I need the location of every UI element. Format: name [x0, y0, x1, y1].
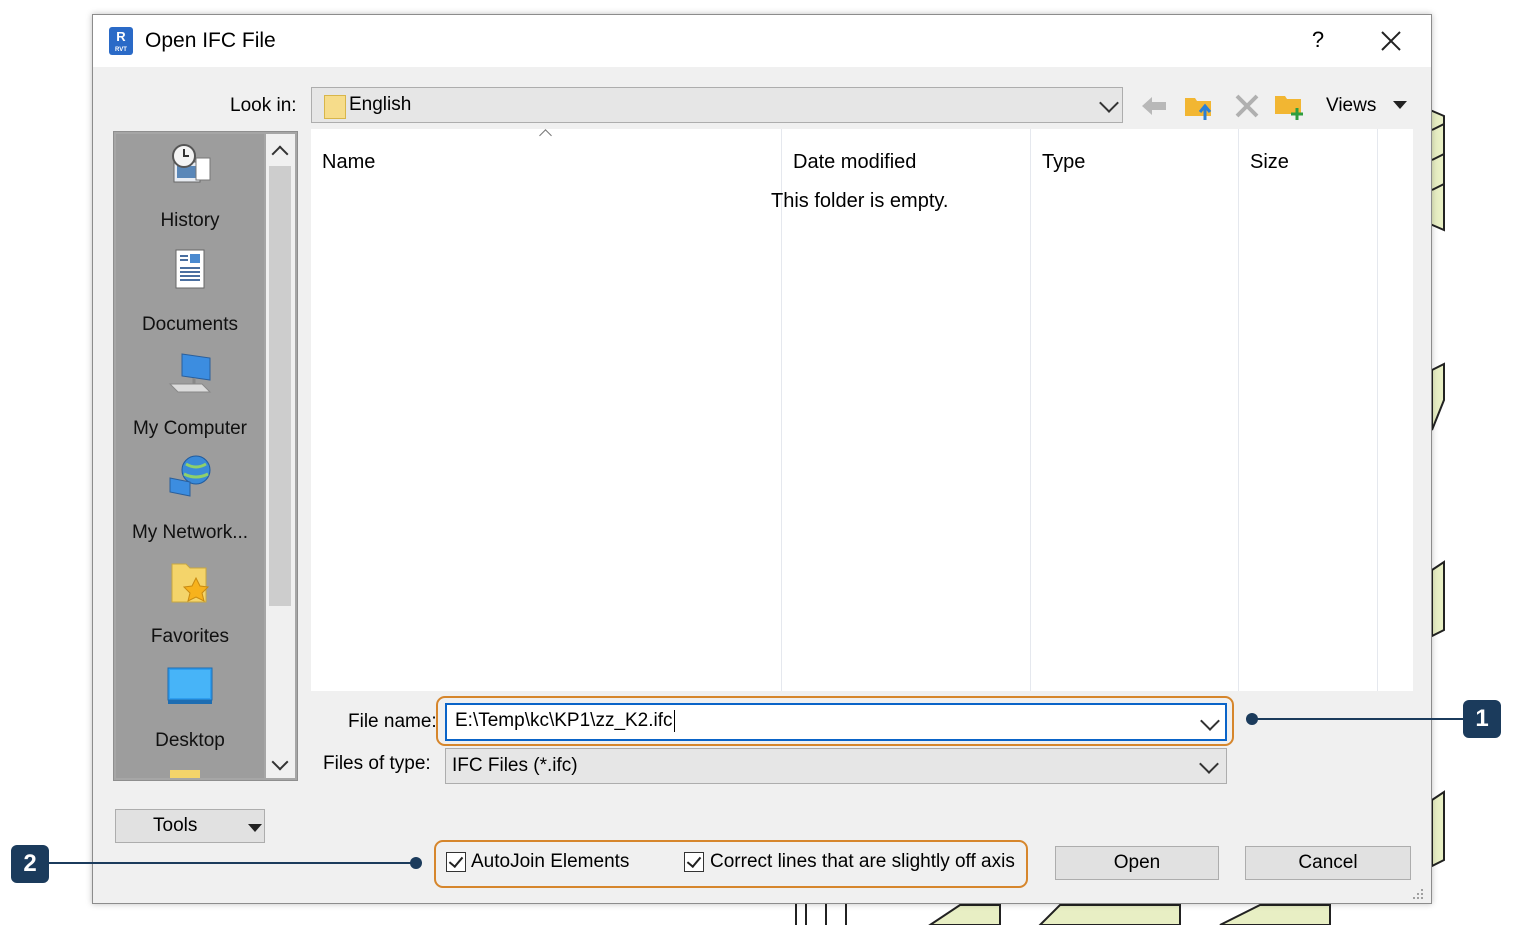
back-arrow-icon[interactable] [1138, 90, 1170, 122]
place-desktop[interactable]: Desktop [116, 662, 264, 762]
place-label: Desktop [155, 730, 225, 751]
file-name-input[interactable]: E:\Temp\kc\KP1\zz_K2.ifc [445, 703, 1227, 741]
files-of-type-dropdown[interactable]: IFC Files (*.ifc) [445, 748, 1227, 784]
look-in-dropdown[interactable]: English [311, 87, 1123, 123]
autojoin-checkbox[interactable] [446, 852, 466, 872]
title-bar: R RVT Open IFC File ? [93, 15, 1431, 67]
place-label: Documents [141, 314, 239, 335]
delete-icon[interactable] [1231, 90, 1263, 122]
empty-folder-message: This folder is empty. [771, 190, 949, 212]
place-history[interactable]: History [116, 142, 264, 242]
column-divider [1238, 129, 1239, 691]
callout-2-dot [410, 857, 422, 869]
callout-1-badge: 1 [1463, 700, 1501, 738]
column-divider [1377, 129, 1378, 691]
desktop-icon [167, 667, 213, 704]
close-button[interactable] [1373, 25, 1409, 57]
place-favorites[interactable]: Favorites [116, 558, 264, 658]
views-menu-button[interactable]: Views [1326, 95, 1376, 117]
callout-1-line [1252, 718, 1464, 720]
chevron-down-icon [1099, 93, 1119, 113]
chevron-down-icon[interactable] [1200, 711, 1220, 731]
places-scrollbar[interactable] [266, 134, 295, 778]
history-icon [172, 144, 211, 183]
tools-label: Tools [153, 815, 198, 836]
folder-icon [324, 95, 346, 119]
place-my-network[interactable]: My Network... [116, 454, 264, 554]
close-icon [1381, 31, 1401, 51]
look-in-value: English [349, 94, 412, 115]
my-computer-icon [168, 353, 212, 393]
help-button[interactable]: ? [1303, 25, 1333, 55]
views-dropdown-arrow-icon[interactable] [1393, 101, 1407, 109]
files-of-type-label: Files of type: [323, 753, 431, 774]
place-label: My Computer [132, 418, 248, 439]
resize-grip-icon[interactable] [1411, 887, 1425, 901]
callout-2-line [48, 862, 416, 864]
open-ifc-file-dialog: R RVT Open IFC File ? Look in: English Vi… [92, 14, 1432, 904]
column-divider [781, 129, 782, 691]
dialog-title: Open IFC File [145, 29, 276, 52]
autojoin-label[interactable]: AutoJoin Elements [471, 851, 629, 873]
cancel-button[interactable]: Cancel [1245, 846, 1411, 880]
column-divider [1030, 129, 1031, 691]
favorites-icon [171, 563, 210, 603]
place-my-computer[interactable]: My Computer [116, 350, 264, 450]
column-header-type[interactable]: Type [1042, 151, 1085, 174]
up-folder-icon[interactable] [1183, 90, 1215, 122]
my-network-icon [169, 455, 211, 497]
revit-app-icon: R RVT [109, 27, 133, 55]
open-button[interactable]: Open [1055, 846, 1219, 880]
look-in-label: Look in: [230, 95, 297, 116]
file-name-label: File name: [348, 711, 437, 732]
file-name-value: E:\Temp\kc\KP1\zz_K2.ifc [455, 710, 675, 732]
place-label: History [160, 210, 220, 231]
scroll-down-arrow-icon[interactable] [271, 753, 289, 771]
files-of-type-value: IFC Files (*.ifc) [452, 755, 578, 776]
place-label: My Network... [131, 522, 249, 543]
correct-lines-label[interactable]: Correct lines that are slightly off axis [710, 851, 1015, 873]
place-label: Favorites [150, 626, 230, 647]
dropdown-arrow-icon [248, 824, 262, 832]
column-header-date-modified[interactable]: Date modified [793, 151, 916, 174]
place-documents[interactable]: Documents [116, 246, 264, 346]
callout-2-badge: 2 [11, 845, 49, 883]
new-folder-icon[interactable] [1273, 90, 1305, 122]
documents-icon [175, 249, 205, 289]
column-header-size[interactable]: Size [1250, 151, 1289, 174]
tools-button[interactable]: Tools [115, 809, 265, 843]
places-list: History Documents My Computer My Network… [116, 134, 264, 778]
correct-lines-checkbox[interactable] [684, 852, 704, 872]
scrollbar-thumb[interactable] [269, 166, 291, 606]
sort-ascending-icon [539, 129, 552, 142]
chevron-down-icon [1199, 754, 1219, 774]
file-list-view[interactable]: Name Date modified Type Size This folder… [311, 129, 1413, 691]
partial-folder-icon [170, 770, 200, 778]
column-header-name[interactable]: Name [322, 151, 375, 174]
places-bar: History Documents My Computer My Network… [113, 131, 298, 781]
scroll-up-arrow-icon[interactable] [271, 145, 289, 163]
